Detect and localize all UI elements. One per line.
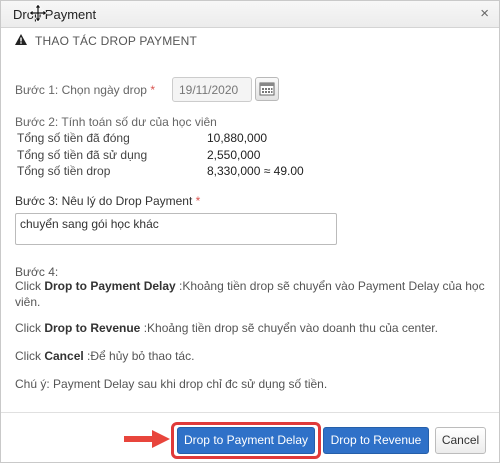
step4-line-cancel: Click Cancel :Để hủy bỏ thao tác. bbox=[15, 348, 485, 364]
stat-label: Tổng số tiền đã sử dụng bbox=[17, 148, 148, 162]
required-mark: * bbox=[150, 83, 155, 97]
stat-value: 10,880,000 bbox=[207, 131, 268, 145]
line-prefix: Click bbox=[15, 321, 45, 335]
dialog-titlebar[interactable]: Drop Payment × bbox=[1, 1, 499, 28]
line-bold: Drop to Payment Delay bbox=[44, 279, 176, 293]
step4-line-payment-delay: Click Drop to Payment Delay :Khoảng tiền… bbox=[15, 278, 485, 310]
drop-reason-textarea[interactable]: chuyển sang gói học khác bbox=[15, 213, 337, 245]
cancel-button[interactable]: Cancel bbox=[435, 427, 486, 454]
stat-value: 2,550,000 bbox=[207, 148, 261, 162]
warning-icon bbox=[15, 34, 29, 48]
drop-date-input[interactable] bbox=[172, 77, 252, 102]
line-text: :Để hủy bỏ thao tác. bbox=[83, 349, 195, 363]
calendar-icon bbox=[259, 82, 275, 96]
drop-to-payment-delay-button[interactable]: Drop to Payment Delay bbox=[177, 427, 315, 454]
stat-label: Tổng số tiền đã đóng bbox=[17, 131, 130, 145]
calendar-button[interactable] bbox=[255, 77, 279, 101]
step4-line-revenue: Click Drop to Revenue :Khoảng tiền drop … bbox=[15, 320, 485, 336]
step3-label: Bước 3: Nêu lý do Drop Payment bbox=[15, 194, 193, 208]
drop-payment-dialog: Drop Payment × THAO TÁC DROP PAYMENT Bướ… bbox=[0, 0, 500, 463]
required-mark: * bbox=[195, 194, 201, 208]
line-text: :Khoảng tiền drop sẽ chuyển vào doanh th… bbox=[140, 321, 438, 335]
close-icon[interactable]: × bbox=[480, 5, 489, 22]
step1-label: Bước 1: Chọn ngày drop bbox=[15, 83, 147, 97]
line-bold: Cancel bbox=[44, 349, 84, 363]
line-prefix: Click bbox=[15, 349, 45, 363]
step1-label-wrap: Bước 1: Chọn ngày drop * bbox=[15, 83, 155, 97]
red-arrow-icon bbox=[124, 430, 170, 448]
stat-value: 8,330,000 ≈ 49.00 bbox=[207, 164, 304, 178]
move-cursor-icon bbox=[28, 3, 48, 23]
line-bold: Drop to Revenue bbox=[44, 321, 141, 335]
line-prefix: Click bbox=[15, 279, 45, 293]
drop-to-revenue-button[interactable]: Drop to Revenue bbox=[323, 427, 429, 454]
section-title: THAO TÁC DROP PAYMENT bbox=[35, 34, 197, 48]
stat-label: Tổng số tiền drop bbox=[17, 164, 111, 178]
dialog-title: Drop Payment bbox=[13, 7, 97, 22]
step4-note: Chú ý: Payment Delay sau khi drop chỉ đc… bbox=[15, 377, 328, 391]
step2-label: Bước 2: Tính toán số dư của học viên bbox=[15, 115, 217, 129]
step3-label-wrap: Bước 3: Nêu lý do Drop Payment * bbox=[15, 194, 200, 208]
section-header: THAO TÁC DROP PAYMENT bbox=[15, 34, 197, 48]
